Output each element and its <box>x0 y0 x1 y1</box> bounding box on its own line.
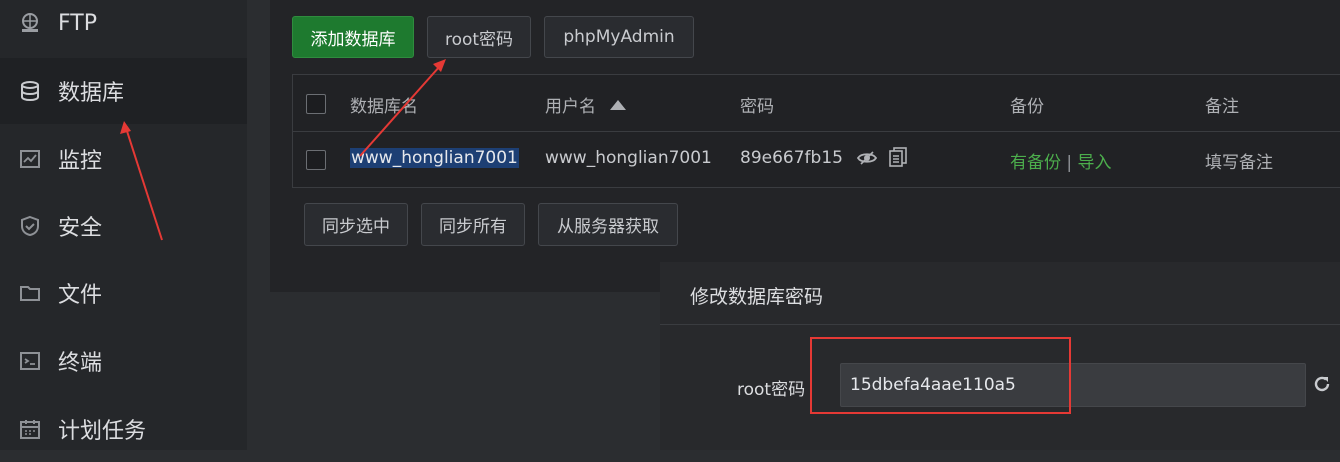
header-db-name[interactable]: 数据库名 <box>350 92 418 117</box>
sidebar-item-label: 计划任务 <box>58 419 147 444</box>
sidebar-item-security[interactable]: 安全 <box>0 193 247 259</box>
header-backup: 备份 <box>1010 97 1044 117</box>
sort-ascending-icon <box>610 100 626 110</box>
root-password-button[interactable]: root密码 <box>427 16 531 58</box>
sync-all-button[interactable]: 同步所有 <box>421 203 525 246</box>
sidebar-item-monitor[interactable]: 监控 <box>0 126 247 192</box>
note-cell[interactable]: 填写备注 <box>1205 148 1273 173</box>
backup-cell: 有备份 | 导入 <box>1010 148 1112 173</box>
ftp-globe-icon <box>18 11 42 35</box>
select-all-checkbox[interactable] <box>306 94 326 114</box>
folder-icon <box>18 281 42 305</box>
username-cell: www_honglian7001 <box>545 148 712 168</box>
db-name-selected-text: www_honglian7001 <box>350 148 519 168</box>
sidebar-item-label: 终端 <box>58 351 103 376</box>
show-password-eye-icon[interactable] <box>856 148 878 168</box>
sidebar-item-label: FTP <box>58 10 97 36</box>
root-password-label: root密码 <box>737 380 806 400</box>
fetch-from-server-button[interactable]: 从服务器获取 <box>538 203 678 246</box>
monitor-chart-icon <box>18 147 42 171</box>
sidebar-item-label: 安全 <box>58 216 103 241</box>
modal-header: 修改数据库密码 <box>660 262 1340 325</box>
sidebar-item-cron[interactable]: 计划任务 <box>0 396 247 462</box>
import-link[interactable]: 导入 <box>1078 153 1112 173</box>
sidebar-item-terminal[interactable]: 终端 <box>0 328 247 394</box>
sidebar-item-files[interactable]: 文件 <box>0 260 247 326</box>
row-checkbox[interactable] <box>306 150 326 170</box>
sidebar-item-label: 文件 <box>58 283 103 308</box>
add-database-button[interactable]: 添加数据库 <box>292 16 414 58</box>
sidebar-item-ftp[interactable]: FTP <box>0 0 247 56</box>
modal-title: 修改数据库密码 <box>690 286 824 308</box>
header-username[interactable]: 用户名 <box>545 92 626 117</box>
db-name-cell[interactable]: www_honglian7001 <box>350 148 519 168</box>
refresh-icon[interactable] <box>1312 374 1334 396</box>
header-username-label: 用户名 <box>545 97 596 117</box>
database-icon <box>18 79 42 103</box>
header-password: 密码 <box>740 97 774 117</box>
sidebar-item-label: 数据库 <box>58 81 125 106</box>
shield-icon <box>18 214 42 238</box>
sidebar-item-label: 监控 <box>58 149 103 174</box>
calendar-icon <box>18 417 42 441</box>
backup-separator: | <box>1066 153 1073 173</box>
phpmyadmin-button[interactable]: phpMyAdmin <box>544 16 694 58</box>
header-note: 备注 <box>1205 97 1239 117</box>
annotation-highlight-box <box>810 337 1071 414</box>
copy-password-icon[interactable] <box>889 147 909 169</box>
sync-selected-button[interactable]: 同步选中 <box>304 203 408 246</box>
terminal-icon <box>18 349 42 373</box>
sidebar-item-database[interactable]: 数据库 <box>0 58 247 124</box>
password-cell: 89e667fb15 <box>740 148 843 168</box>
sidebar: FTP 数据库 监控 安全 文件 终端 计划任务 <box>0 0 247 450</box>
backup-status-link[interactable]: 有备份 <box>1010 153 1061 173</box>
table-divider <box>292 131 1340 132</box>
